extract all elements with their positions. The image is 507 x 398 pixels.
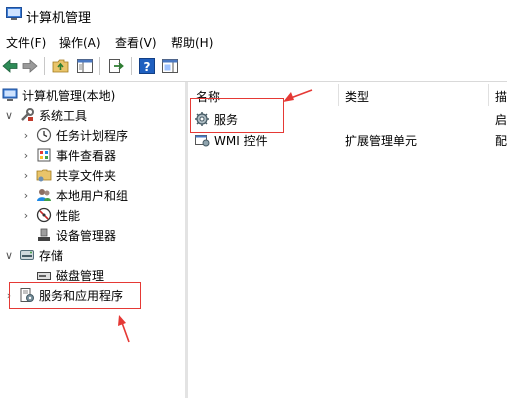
menu-bar: 文件(F) 操作(A) 查看(V) 帮助(H) bbox=[0, 30, 507, 52]
tools-icon bbox=[21, 108, 34, 121]
performance-icon bbox=[36, 207, 52, 223]
device-manager-icon bbox=[38, 228, 50, 241]
navigation-tree: 计算机管理(本地) ∨ 系统工具 › 任务计划程序 › 事件查看器 › 共享文件… bbox=[0, 82, 185, 398]
red-arrow-icon bbox=[283, 89, 313, 102]
column-divider[interactable] bbox=[488, 84, 489, 106]
highlight-box bbox=[9, 282, 141, 309]
up-folder-icon[interactable] bbox=[52, 57, 70, 75]
expand-icon[interactable]: › bbox=[20, 129, 32, 142]
tree-label: 存储 bbox=[39, 248, 64, 263]
list-item-name: WMI 控件 bbox=[214, 133, 268, 148]
highlight-box bbox=[190, 98, 284, 133]
tree-label: 设备管理器 bbox=[56, 228, 117, 243]
toolbar-separator bbox=[44, 57, 45, 75]
tree-label: 磁盘管理 bbox=[56, 268, 105, 283]
svg-text:?: ? bbox=[144, 60, 151, 74]
clock-icon bbox=[36, 127, 52, 143]
tree-label: 任务计划程序 bbox=[56, 128, 129, 143]
toolbar-separator bbox=[131, 57, 132, 75]
show-hide-tree-icon[interactable] bbox=[76, 57, 94, 75]
tree-item-computer-management[interactable]: 计算机管理(本地) bbox=[0, 85, 115, 105]
computer-management-icon bbox=[6, 7, 22, 20]
list-item-type: 扩展管理单元 bbox=[345, 133, 418, 148]
computer-management-icon bbox=[2, 88, 18, 101]
properties-icon[interactable] bbox=[161, 57, 179, 75]
tree-label: 系统工具 bbox=[39, 108, 88, 123]
event-viewer-icon bbox=[37, 148, 51, 162]
tree-item-task-scheduler[interactable]: › 任务计划程序 bbox=[20, 125, 128, 145]
list-item-description: 启 bbox=[495, 112, 507, 127]
tree-item-system-tools[interactable]: ∨ 系统工具 bbox=[3, 105, 87, 125]
storage-icon bbox=[20, 250, 34, 260]
menu-file[interactable]: 文件(F) bbox=[6, 34, 46, 51]
column-header-description[interactable]: 描 bbox=[495, 88, 507, 105]
shared-folder-icon bbox=[36, 169, 52, 182]
forward-icon[interactable] bbox=[21, 57, 39, 75]
tree-label: 性能 bbox=[56, 208, 81, 223]
wmi-control-icon bbox=[195, 135, 210, 147]
column-header-type[interactable]: 类型 bbox=[345, 88, 369, 105]
export-icon[interactable] bbox=[107, 57, 125, 75]
expand-icon[interactable]: › bbox=[20, 189, 32, 202]
tree-label: 共享文件夹 bbox=[56, 168, 117, 183]
tree-label: 计算机管理(本地) bbox=[22, 88, 116, 103]
menu-view[interactable]: 查看(V) bbox=[115, 34, 157, 51]
disk-icon bbox=[37, 272, 51, 280]
tree-item-local-users[interactable]: › 本地用户和组 bbox=[20, 185, 128, 205]
tree-item-storage[interactable]: ∨ 存储 bbox=[3, 245, 63, 265]
expand-icon[interactable]: › bbox=[20, 149, 32, 162]
tree-item-device-manager[interactable]: 设备管理器 bbox=[32, 225, 116, 245]
collapse-icon[interactable]: ∨ bbox=[3, 249, 15, 262]
list-item-description: 配 bbox=[495, 133, 507, 148]
expand-icon[interactable]: › bbox=[20, 209, 32, 222]
tree-item-event-viewer[interactable]: › 事件查看器 bbox=[20, 145, 116, 165]
menu-help[interactable]: 帮助(H) bbox=[171, 34, 213, 51]
help-icon[interactable]: ? bbox=[138, 57, 156, 75]
collapse-icon[interactable]: ∨ bbox=[3, 109, 15, 122]
title-bar: 计算机管理 bbox=[0, 0, 507, 30]
tree-item-shared-folders[interactable]: › 共享文件夹 bbox=[20, 165, 116, 185]
tree-label: 本地用户和组 bbox=[56, 188, 129, 203]
menu-action[interactable]: 操作(A) bbox=[59, 34, 101, 51]
content-list: 名称 类型 描 服务 启 WMI 控件 扩展管理单元 配 bbox=[188, 82, 507, 398]
window-title: 计算机管理 bbox=[26, 11, 92, 26]
tree-label: 事件查看器 bbox=[56, 148, 117, 163]
back-icon[interactable] bbox=[1, 57, 19, 75]
tree-item-performance[interactable]: › 性能 bbox=[20, 205, 80, 225]
expand-icon[interactable]: › bbox=[20, 169, 32, 182]
toolbar: ? bbox=[0, 52, 507, 82]
users-icon bbox=[37, 189, 51, 201]
column-divider[interactable] bbox=[338, 84, 339, 106]
red-arrow-icon bbox=[118, 315, 130, 343]
list-item[interactable]: WMI 控件 扩展管理单元 配 bbox=[192, 130, 507, 150]
toolbar-separator bbox=[99, 57, 100, 75]
